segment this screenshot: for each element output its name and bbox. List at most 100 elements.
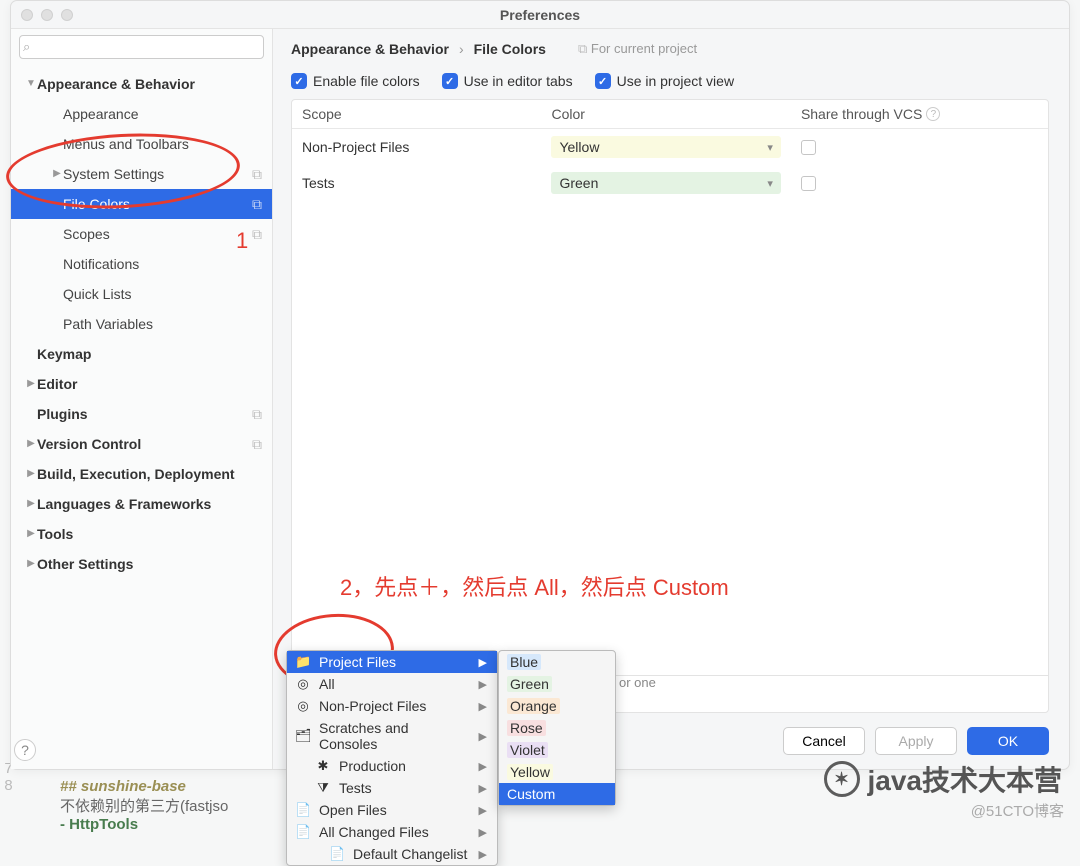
- sidebar-item-system-settings[interactable]: ▶System Settings⧉: [11, 159, 272, 189]
- scope-icon: 📁: [295, 654, 311, 670]
- scope-icon: 📄: [329, 846, 345, 862]
- project-badge-icon: ⧉: [252, 163, 262, 185]
- checkbox-use-in-editor-tabs[interactable]: Use in editor tabs: [442, 73, 573, 89]
- chevron-icon: ▶: [51, 163, 63, 185]
- scope-icon: 📄: [295, 802, 311, 818]
- color-dropdown[interactable]: Yellow▾: [551, 136, 780, 158]
- sidebar-item-languages-frameworks[interactable]: ▶Languages & Frameworks: [11, 489, 272, 519]
- color-item-yellow[interactable]: Yellow: [499, 761, 615, 783]
- color-item-rose[interactable]: Rose: [499, 717, 615, 739]
- menu-item-tests[interactable]: ⧩Tests▶: [287, 777, 497, 799]
- window-title: Preferences: [11, 7, 1069, 23]
- submenu-arrow-icon: ▶: [479, 700, 487, 713]
- project-badge-icon: ⧉: [252, 223, 262, 245]
- sidebar-item-plugins[interactable]: Plugins⧉: [11, 399, 272, 429]
- menu-item-all-changed-files[interactable]: 📄All Changed Files▶: [287, 821, 497, 843]
- sidebar-item-appearance[interactable]: Appearance: [11, 99, 272, 129]
- sidebar-item-quick-lists[interactable]: Quick Lists: [11, 279, 272, 309]
- chevron-icon: ▼: [25, 73, 37, 95]
- table-header: Scope Color Share through VCS?: [292, 100, 1048, 129]
- scope-icon: ◎: [295, 676, 311, 692]
- color-item-green[interactable]: Green: [499, 673, 615, 695]
- checkbox-use-in-project-view[interactable]: Use in project view: [595, 73, 735, 89]
- scope-icon: ⧩: [315, 780, 331, 796]
- submenu-arrow-icon: ▶: [479, 782, 487, 795]
- project-badge-icon: ⧉: [252, 193, 262, 215]
- menu-item-non-project-files[interactable]: ◎Non-Project Files▶: [287, 695, 497, 717]
- color-dropdown[interactable]: Green▾: [551, 172, 780, 194]
- sidebar-item-path-variables[interactable]: Path Variables: [11, 309, 272, 339]
- checkbox-icon: [442, 73, 458, 89]
- table-body: Non-Project FilesYellow▾TestsGreen▾: [292, 129, 1048, 201]
- table-row[interactable]: TestsGreen▾: [292, 165, 1048, 201]
- menu-item-scratches-and-consoles[interactable]: 🗂Scratches and Consoles▶: [287, 717, 497, 755]
- checkbox-enable-file-colors[interactable]: Enable file colors: [291, 73, 420, 89]
- sidebar-item-notifications[interactable]: Notifications: [11, 249, 272, 279]
- chevron-icon: ▶: [25, 463, 37, 485]
- color-item-blue[interactable]: Blue: [499, 651, 615, 673]
- menu-item-default-changelist[interactable]: 📄Default Changelist▶: [287, 843, 497, 865]
- chevron-icon: ▶: [25, 553, 37, 575]
- checkbox-row: Enable file colors Use in editor tabs Use …: [291, 73, 1049, 89]
- project-scope-tag: For current project: [578, 41, 697, 57]
- sidebar-item-scopes[interactable]: Scopes⧉: [11, 219, 272, 249]
- ok-button[interactable]: OK: [967, 727, 1049, 755]
- project-badge-icon: ⧉: [252, 433, 262, 455]
- checkbox-icon: [291, 73, 307, 89]
- settings-tree[interactable]: ▼Appearance & BehaviorAppearanceMenus an…: [11, 65, 272, 769]
- sidebar-item-menus-and-toolbars[interactable]: Menus and Toolbars: [11, 129, 272, 159]
- search-icon: ⌕: [23, 39, 30, 55]
- wechat-icon: ✶: [824, 761, 860, 797]
- submenu-arrow-icon: ▶: [479, 760, 487, 773]
- sidebar-item-version-control[interactable]: ▶Version Control⧉: [11, 429, 272, 459]
- chevron-icon: ▶: [25, 493, 37, 515]
- chevron-icon: ▶: [25, 523, 37, 545]
- submenu-arrow-icon: ▶: [479, 804, 487, 817]
- sidebar-item-other-settings[interactable]: ▶Other Settings: [11, 549, 272, 579]
- scope-icon: ◎: [295, 698, 311, 714]
- submenu-arrow-icon: ▶: [479, 848, 487, 861]
- menu-item-project-files[interactable]: 📁Project Files▶: [287, 651, 497, 673]
- titlebar: Preferences: [11, 1, 1069, 29]
- sidebar-item-appearance-behavior[interactable]: ▼Appearance & Behavior: [11, 69, 272, 99]
- share-checkbox[interactable]: [801, 176, 816, 191]
- file-colors-table: Scope Color Share through VCS? Non-Proje…: [291, 99, 1049, 713]
- help-icon[interactable]: ?: [926, 107, 940, 121]
- sidebar-item-keymap[interactable]: Keymap: [11, 339, 272, 369]
- submenu-arrow-icon: ▶: [479, 678, 487, 691]
- menu-item-open-files[interactable]: 📄Open Files▶: [287, 799, 497, 821]
- apply-button[interactable]: Apply: [875, 727, 957, 755]
- color-item-orange[interactable]: Orange: [499, 695, 615, 717]
- checkbox-icon: [595, 73, 611, 89]
- sidebar-item-build-execution-deployment[interactable]: ▶Build, Execution, Deployment: [11, 459, 272, 489]
- submenu-arrow-icon: ▶: [479, 656, 487, 669]
- watermark: ✶ java技术大本营: [824, 759, 1063, 799]
- menu-item-production[interactable]: ✱Production▶: [287, 755, 497, 777]
- breadcrumb: Appearance & Behavior › File Colors For …: [291, 41, 1049, 57]
- cancel-button[interactable]: Cancel: [783, 727, 865, 755]
- table-row[interactable]: Non-Project FilesYellow▾: [292, 129, 1048, 165]
- color-item-custom[interactable]: Custom: [499, 783, 615, 805]
- watermark-sub: @51CTO博客: [971, 800, 1064, 821]
- sidebar-item-editor[interactable]: ▶Editor: [11, 369, 272, 399]
- project-badge-icon: ⧉: [252, 403, 262, 425]
- share-checkbox[interactable]: [801, 140, 816, 155]
- menu-item-all[interactable]: ◎All▶: [287, 673, 497, 695]
- sidebar-item-file-colors[interactable]: File Colors⧉: [11, 189, 272, 219]
- scope-icon: 🗂: [295, 728, 311, 744]
- color-item-violet[interactable]: Violet: [499, 739, 615, 761]
- chevron-down-icon: ▾: [767, 177, 773, 190]
- hint-text: or one: [613, 675, 656, 690]
- help-button[interactable]: ?: [14, 739, 36, 761]
- sidebar: ⌕ ▼Appearance & BehaviorAppearanceMenus …: [11, 29, 273, 769]
- search-input[interactable]: [19, 35, 264, 59]
- search-wrap: ⌕: [11, 29, 272, 65]
- scope-icon: 📄: [295, 824, 311, 840]
- chevron-down-icon: ▾: [767, 141, 773, 154]
- scope-popup-menu[interactable]: 📁Project Files▶◎All▶◎Non-Project Files▶🗂…: [286, 650, 498, 866]
- chevron-icon: ▶: [25, 433, 37, 455]
- chevron-icon: ▶: [25, 373, 37, 395]
- color-popup-menu[interactable]: BlueGreenOrangeRoseVioletYellowCustom: [498, 650, 616, 806]
- sidebar-item-tools[interactable]: ▶Tools: [11, 519, 272, 549]
- submenu-arrow-icon: ▶: [479, 730, 487, 743]
